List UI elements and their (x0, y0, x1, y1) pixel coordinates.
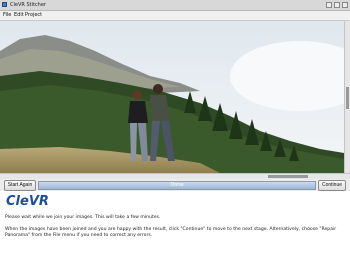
menu-file[interactable]: File (3, 11, 11, 20)
controls-bar: Start Again Done Continue (0, 179, 350, 191)
instructions-text: When the images have been joined and you… (5, 227, 337, 238)
menu-edit[interactable]: Edit (14, 11, 24, 20)
window-title: CleVR Stitcher (10, 2, 46, 8)
menu-project[interactable]: Project (25, 11, 42, 20)
menu-bar: File Edit Project (0, 11, 350, 21)
close-button[interactable] (342, 2, 348, 8)
panorama-viewer[interactable] (0, 21, 344, 173)
start-again-button[interactable]: Start Again (4, 180, 36, 191)
minimize-button[interactable] (326, 2, 332, 8)
info-panel: CleVR Please wait while we join your ima… (0, 191, 350, 280)
clevr-logo: CleVR (6, 194, 49, 209)
vertical-scrollbar[interactable] (344, 21, 350, 173)
app-icon (2, 2, 7, 7)
panorama-image (0, 21, 344, 173)
horizontal-scroll-thumb[interactable] (268, 175, 308, 178)
maximize-button[interactable] (334, 2, 340, 8)
wait-message: Please wait while we join your images. T… (5, 215, 161, 220)
progress-label: Done (170, 182, 184, 188)
title-bar: CleVR Stitcher (0, 0, 350, 11)
progress-bar: Done (38, 181, 316, 190)
continue-button[interactable]: Continue (318, 180, 346, 191)
vertical-scroll-thumb[interactable] (346, 87, 349, 109)
